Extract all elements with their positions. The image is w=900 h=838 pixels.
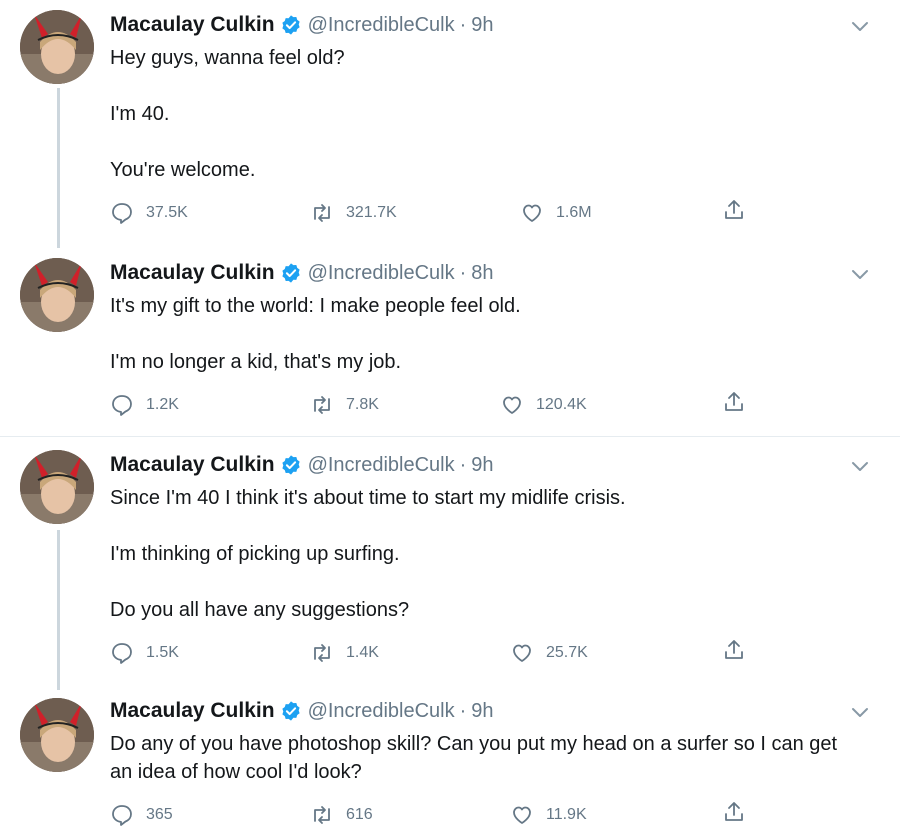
like-button[interactable]: 1.6M xyxy=(520,198,592,228)
avatar[interactable] xyxy=(20,450,94,524)
avatar[interactable] xyxy=(20,10,94,84)
tweet-line: Hey guys, wanna feel old? xyxy=(110,47,345,69)
timestamp[interactable]: 9h xyxy=(471,14,493,37)
share-icon xyxy=(725,200,743,219)
user-handle[interactable]: @IncredibleCulk xyxy=(308,454,455,477)
dot-separator: · xyxy=(459,699,467,722)
heart-icon xyxy=(513,806,531,824)
user-handle[interactable]: @IncredibleCulk xyxy=(308,700,455,723)
verified-badge-icon xyxy=(281,15,300,35)
retweet-button[interactable]: 1.4K xyxy=(310,638,379,668)
tweet-line: I'm 40. xyxy=(110,103,170,125)
chevron-down-icon[interactable] xyxy=(848,262,872,286)
like-button[interactable]: 11.9K xyxy=(510,800,587,830)
avatar-image xyxy=(20,10,94,84)
retweet-icon xyxy=(314,806,330,824)
avatar-image xyxy=(20,698,94,772)
display-name[interactable]: Macaulay Culkin xyxy=(110,13,275,37)
reply-count: 1.2K xyxy=(146,396,179,413)
verified-badge-icon xyxy=(281,701,300,721)
reply-count: 37.5K xyxy=(146,204,188,221)
avatar[interactable] xyxy=(20,258,94,332)
share-icon xyxy=(725,640,743,659)
timestamp[interactable]: 9h xyxy=(471,454,493,477)
avatar-image xyxy=(20,450,94,524)
display-name[interactable]: Macaulay Culkin xyxy=(110,453,275,477)
reply-icon xyxy=(112,395,132,416)
verified-badge-icon xyxy=(281,455,300,475)
tweet-text: It's my gift to the world: I make people… xyxy=(110,292,870,376)
chevron-down-icon[interactable] xyxy=(848,14,872,38)
retweet-count: 7.8K xyxy=(346,396,379,413)
retweet-button[interactable]: 616 xyxy=(310,800,373,830)
dot-separator: · xyxy=(459,261,467,284)
tweet[interactable]: Macaulay Culkin @IncredibleCulk · 8h It'… xyxy=(0,250,900,436)
heart-icon xyxy=(523,204,541,222)
tweet-text: Since I'm 40 I think it's about time to … xyxy=(110,484,870,624)
timestamp[interactable]: 9h xyxy=(471,700,493,723)
reply-icon xyxy=(112,805,132,826)
verified-badge-icon xyxy=(281,263,300,283)
retweet-button[interactable]: 7.8K xyxy=(310,390,379,420)
thread-divider xyxy=(0,436,900,437)
tweet-text: Do any of you have photoshop skill? Can … xyxy=(110,730,850,786)
display-name[interactable]: Macaulay Culkin xyxy=(110,261,275,285)
tweet-line: Since I'm 40 I think it's about time to … xyxy=(110,487,626,509)
avatar[interactable] xyxy=(20,698,94,772)
chevron-down-icon[interactable] xyxy=(848,454,872,478)
tweet-line: Do any of you have photoshop skill? Can … xyxy=(110,733,838,783)
like-button[interactable]: 120.4K xyxy=(500,390,587,420)
tweet-line: It's my gift to the world: I make people… xyxy=(110,295,521,317)
tweet-feed: Macaulay Culkin @IncredibleCulk · 9h Hey… xyxy=(0,0,900,838)
tweet-text: Hey guys, wanna feel old? I'm 40. You're… xyxy=(110,44,870,184)
retweet-count: 321.7K xyxy=(346,204,397,221)
chevron-down-icon[interactable] xyxy=(848,700,872,724)
user-handle[interactable]: @IncredibleCulk xyxy=(308,262,455,285)
timestamp[interactable]: 8h xyxy=(471,262,493,285)
like-count: 11.9K xyxy=(546,806,587,823)
tweet-actions: 1.2K 7.8K 120.4K xyxy=(110,390,760,420)
reply-icon xyxy=(112,203,132,224)
reply-count: 365 xyxy=(146,806,173,823)
reply-button[interactable]: 1.5K xyxy=(110,638,179,668)
tweet-line: I'm thinking of picking up surfing. xyxy=(110,543,400,565)
retweet-icon xyxy=(314,204,330,222)
like-count: 120.4K xyxy=(536,396,587,413)
tweet-actions: 37.5K 321.7K 1.6M xyxy=(110,198,760,228)
reply-button[interactable]: 1.2K xyxy=(110,390,179,420)
dot-separator: · xyxy=(459,13,467,36)
tweet-line: I'm no longer a kid, that's my job. xyxy=(110,351,402,373)
heart-icon xyxy=(513,644,531,662)
like-button[interactable]: 25.7K xyxy=(510,638,588,668)
tweet[interactable]: Macaulay Culkin @IncredibleCulk · 9h Hey… xyxy=(0,0,900,250)
heart-icon xyxy=(503,396,521,414)
share-button[interactable] xyxy=(722,800,746,829)
tweet-actions: 365 616 11.9K xyxy=(110,800,760,830)
tweet[interactable]: Macaulay Culkin @IncredibleCulk · 9h Sin… xyxy=(0,442,900,692)
tweet-line: Do you all have any suggestions? xyxy=(110,599,410,621)
reply-button[interactable]: 365 xyxy=(110,800,173,830)
reply-count: 1.5K xyxy=(146,644,179,661)
retweet-count: 616 xyxy=(346,806,373,823)
dot-separator: · xyxy=(459,453,467,476)
like-count: 1.6M xyxy=(556,204,592,221)
share-icon xyxy=(725,802,743,821)
share-button[interactable] xyxy=(722,390,746,419)
share-button[interactable] xyxy=(722,198,746,227)
retweet-icon xyxy=(314,396,330,414)
share-icon xyxy=(725,392,743,411)
reply-button[interactable]: 37.5K xyxy=(110,198,188,228)
retweet-count: 1.4K xyxy=(346,644,379,661)
retweet-icon xyxy=(314,644,330,662)
tweet-line: You're welcome. xyxy=(110,159,256,181)
user-handle[interactable]: @IncredibleCulk xyxy=(308,14,455,37)
tweet[interactable]: Macaulay Culkin @IncredibleCulk · 9h Do … xyxy=(0,690,900,838)
like-count: 25.7K xyxy=(546,644,588,661)
retweet-button[interactable]: 321.7K xyxy=(310,198,397,228)
display-name[interactable]: Macaulay Culkin xyxy=(110,699,275,723)
reply-icon xyxy=(112,643,132,664)
share-button[interactable] xyxy=(722,638,746,667)
tweet-actions: 1.5K 1.4K 25.7K xyxy=(110,638,760,668)
avatar-image xyxy=(20,258,94,332)
